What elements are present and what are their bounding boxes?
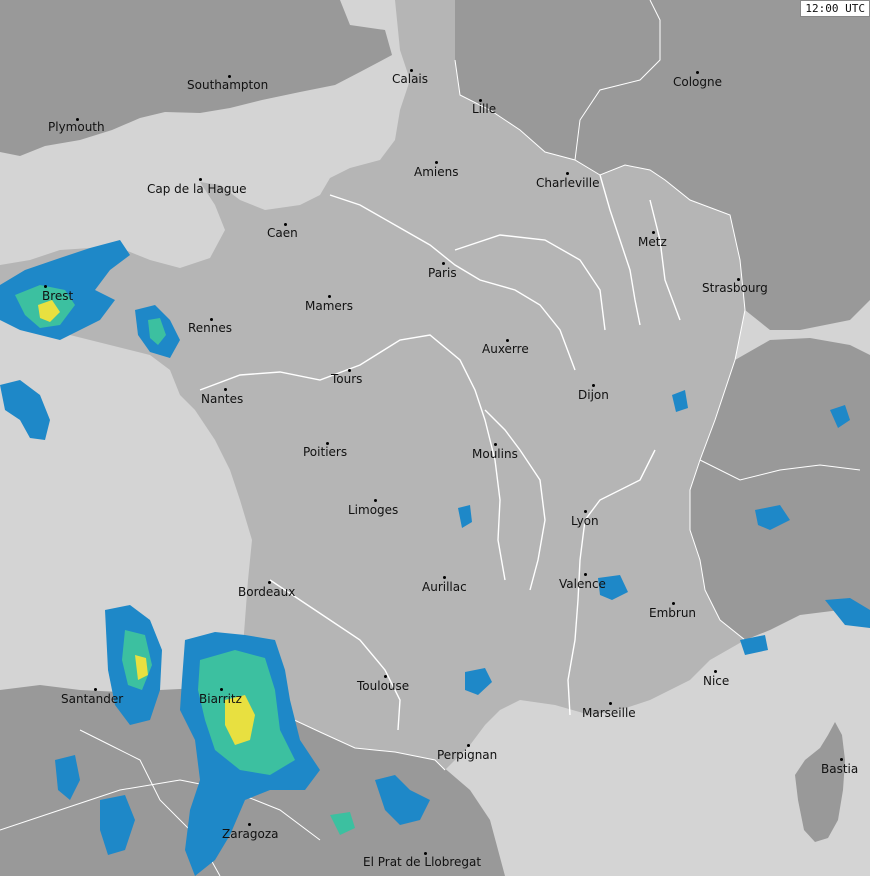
city-mamers: Mamers	[305, 299, 353, 313]
city-valence: Valence	[559, 577, 606, 591]
city-dijon: Dijon	[578, 388, 609, 402]
city-dot-aurillac	[443, 576, 446, 579]
city-plymouth: Plymouth	[48, 120, 105, 134]
timestamp-label: 12:00 UTC	[800, 0, 870, 17]
city-charleville: Charleville	[536, 176, 600, 190]
city-limoges: Limoges	[348, 503, 399, 517]
city-aurillac: Aurillac	[422, 580, 467, 594]
city-rennes: Rennes	[188, 321, 233, 335]
city-dot-lyon	[584, 510, 587, 513]
city-southampton: Southampton	[187, 78, 269, 92]
city-biarritz: Biarritz	[199, 692, 242, 706]
city-calais: Calais	[392, 72, 429, 86]
city-dot-embrun	[672, 602, 675, 605]
city-bordeaux: Bordeaux	[238, 585, 296, 599]
city-dot-dijon	[592, 384, 595, 387]
city-el-prat: El Prat de Llobregat	[363, 855, 482, 869]
city-dot-toulouse	[384, 675, 387, 678]
city-dot-biarritz	[220, 688, 223, 691]
city-dot-charleville	[566, 172, 569, 175]
city-dot-marseille	[609, 702, 612, 705]
city-caen: Caen	[267, 226, 298, 240]
city-dot-mamers	[328, 295, 331, 298]
city-dot-amiens	[435, 161, 438, 164]
city-zaragoza: Zaragoza	[222, 827, 279, 841]
city-cologne: Cologne	[673, 75, 723, 89]
city-metz: Metz	[638, 235, 667, 249]
city-cap-de-la-hague: Cap de la Hague	[147, 182, 247, 196]
city-embrun: Embrun	[649, 606, 697, 620]
city-poitiers: Poitiers	[303, 445, 348, 459]
city-perpignan: Perpignan	[437, 748, 498, 762]
city-dot-nice	[714, 670, 717, 673]
city-auxerre: Auxerre	[482, 342, 529, 356]
city-dot-cap-de-la-hague	[199, 178, 202, 181]
city-paris: Paris	[428, 266, 457, 280]
city-strasbourg: Strasbourg	[702, 281, 768, 295]
city-santander: Santander	[61, 692, 124, 706]
city-dot-paris	[442, 262, 445, 265]
city-dot-nantes	[224, 388, 227, 391]
city-dot-limoges	[374, 499, 377, 502]
city-dot-perpignan	[467, 744, 470, 747]
city-dot-cologne	[696, 71, 699, 74]
city-dot-bastia	[840, 758, 843, 761]
city-nice: Nice	[703, 674, 730, 688]
city-nantes: Nantes	[201, 392, 244, 406]
city-dot-santander	[94, 688, 97, 691]
city-lyon: Lyon	[571, 514, 599, 528]
city-tours: Tours	[331, 372, 363, 386]
city-brest: Brest	[42, 289, 74, 303]
city-dot-metz	[652, 231, 655, 234]
map-base	[0, 0, 870, 876]
city-dot-valence	[584, 573, 587, 576]
radar-map: Southampton Plymouth Calais Lille Cologn…	[0, 0, 870, 876]
city-marseille: Marseille	[582, 706, 636, 720]
city-amiens: Amiens	[414, 165, 459, 179]
city-bastia: Bastia	[821, 762, 859, 776]
city-moulins: Moulins	[472, 447, 518, 461]
city-dot-moulins	[494, 443, 497, 446]
city-lille: Lille	[472, 102, 497, 116]
city-dot-brest	[44, 285, 47, 288]
city-dot-zaragoza	[248, 823, 251, 826]
city-toulouse: Toulouse	[357, 679, 410, 693]
city-dot-bordeaux	[268, 581, 271, 584]
